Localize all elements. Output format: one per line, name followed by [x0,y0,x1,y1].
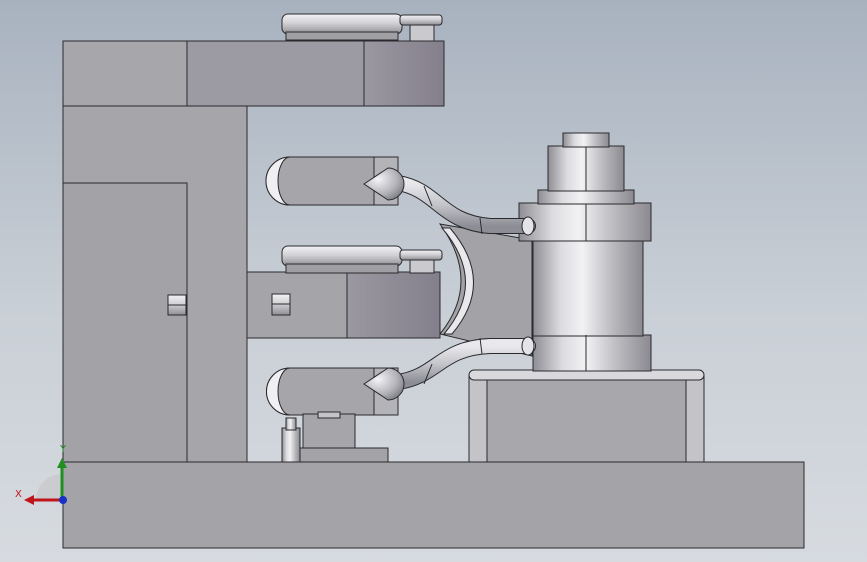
front-hex-nut [271,293,291,316]
fixture-assembly-drawing: Y X [15,13,805,549]
rotary-actuator [518,132,652,372]
cad-viewport[interactable]: Y X [0,0,867,562]
swivel-arm-plate [438,223,533,357]
top-clamp-pad [281,13,443,42]
side-hex-nut [167,294,187,316]
base-plate [62,461,805,549]
y-axis-label: Y [59,444,67,455]
middle-clamp-block [246,245,443,339]
locating-pin [281,417,301,463]
support-bracket [295,411,389,463]
upright-column [62,105,248,463]
coordinate-triad [24,458,67,505]
upper-hydraulic-hose [390,175,536,236]
top-arm [62,40,445,107]
x-axis-label: X [15,489,22,500]
right-housing-block [468,369,705,463]
